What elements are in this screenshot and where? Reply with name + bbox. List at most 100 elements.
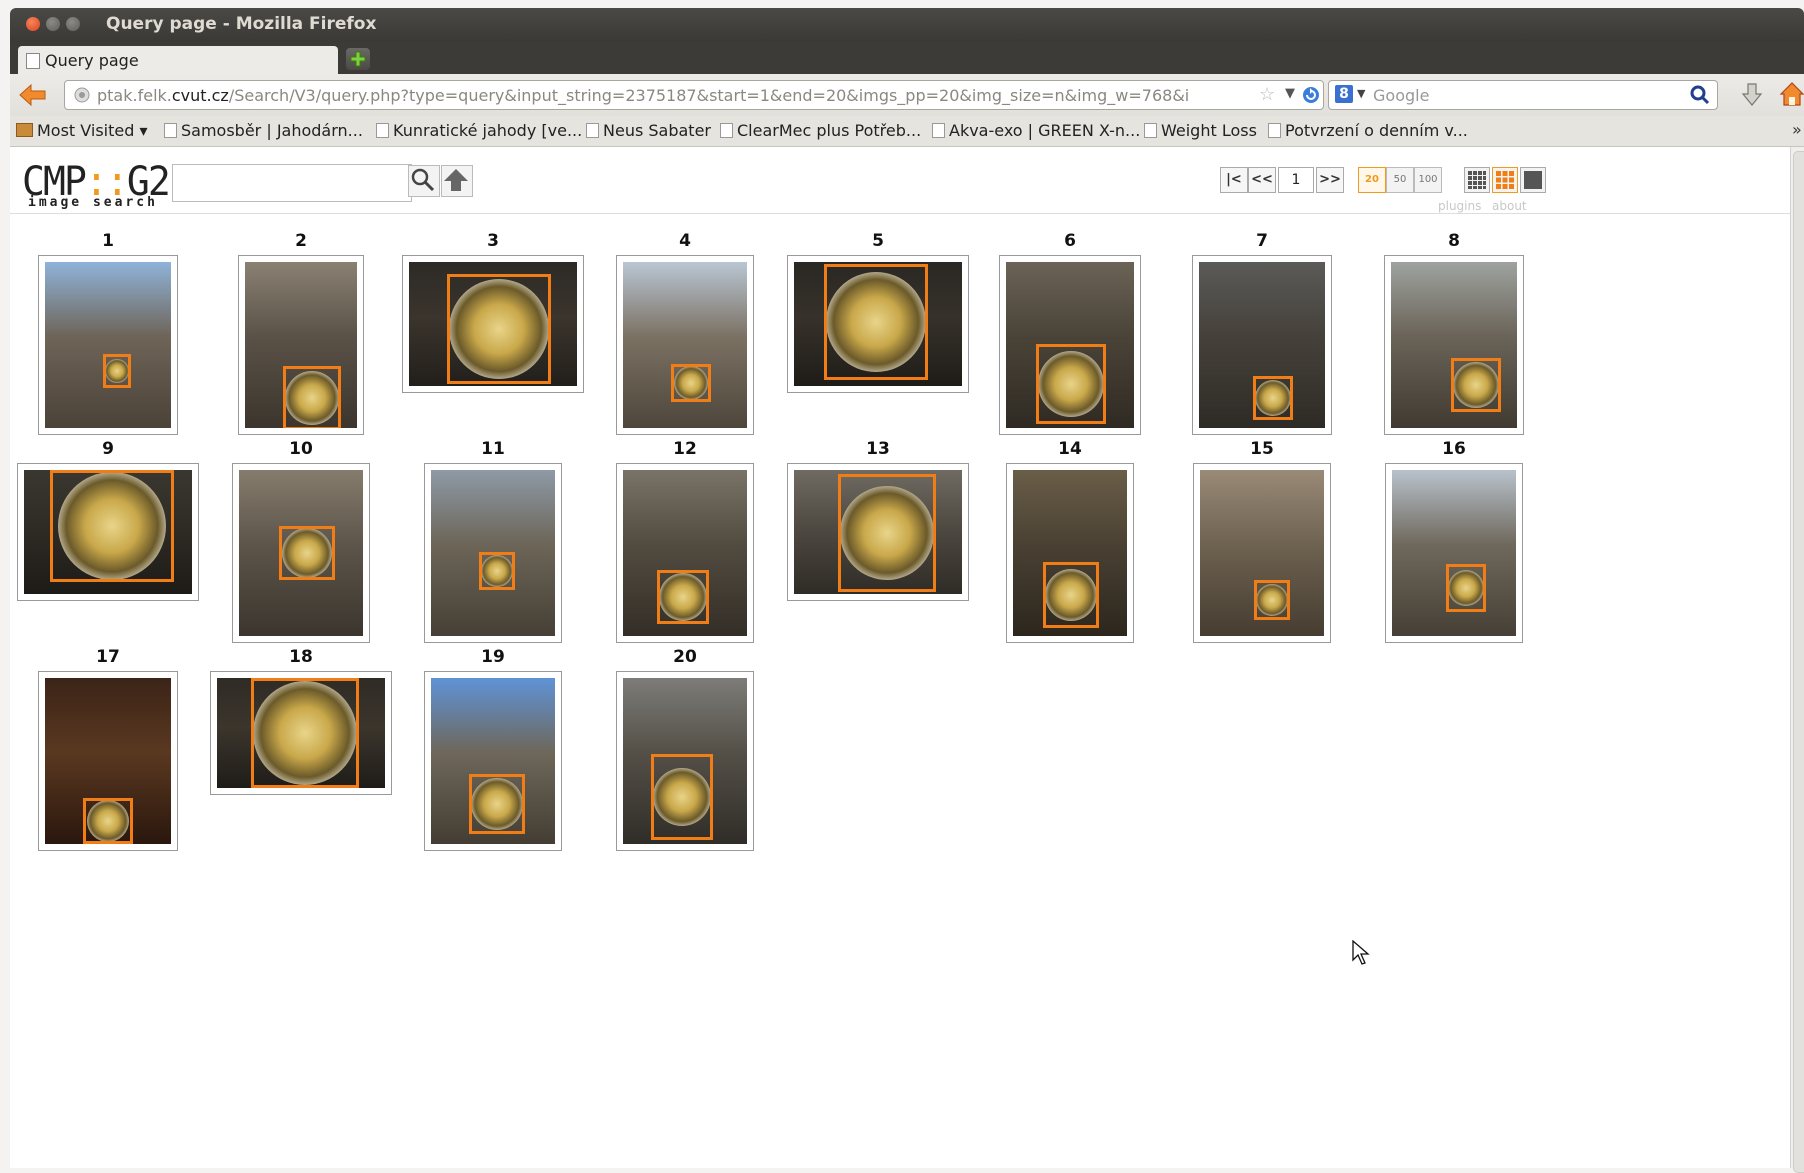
clock-photo-image: [623, 262, 747, 428]
address-bar[interactable]: ptak.felk.cvut.cz/Search/V3/query.php?ty…: [64, 80, 1324, 110]
result-thumbnail[interactable]: [238, 255, 364, 435]
detection-box: [824, 264, 928, 380]
result-rank: 18: [289, 647, 313, 667]
result-thumbnail[interactable]: [1192, 255, 1332, 435]
search-icon[interactable]: [1689, 84, 1711, 110]
result-thumbnail[interactable]: [1193, 463, 1331, 643]
prev-page-button[interactable]: <<: [1248, 167, 1276, 193]
detection-box: [251, 678, 359, 788]
result-thumbnail[interactable]: [616, 671, 754, 851]
about-link[interactable]: about: [1492, 199, 1527, 213]
bookmark-item[interactable]: Akva-exo | GREEN X-n...: [932, 121, 1140, 140]
view-small-grid-button[interactable]: [1464, 167, 1490, 193]
result-thumbnail[interactable]: [38, 255, 178, 435]
upload-button[interactable]: [441, 165, 473, 197]
clock-photo-image: [794, 470, 962, 594]
detection-box: [447, 274, 551, 384]
web-search-placeholder: Google: [1373, 86, 1430, 105]
next-page-button[interactable]: >>: [1316, 167, 1344, 193]
app-logo[interactable]: CMP::G2 image search: [22, 159, 171, 211]
reload-button[interactable]: [1301, 85, 1321, 109]
query-search-button[interactable]: [408, 165, 440, 197]
clock-photo-image: [239, 470, 363, 636]
bookmark-most-visited[interactable]: Most Visited ▾: [16, 121, 148, 140]
result-thumbnail[interactable]: [17, 463, 199, 601]
result-thumbnail[interactable]: [38, 671, 178, 851]
bookmark-star-icon[interactable]: ☆: [1259, 84, 1275, 105]
history-dropdown-icon[interactable]: ▼: [1285, 86, 1295, 101]
bookmarks-overflow-icon[interactable]: »: [1792, 120, 1802, 139]
query-input[interactable]: [172, 164, 412, 202]
address-url[interactable]: ptak.felk.cvut.cz/Search/V3/query.php?ty…: [97, 86, 1257, 105]
result-rank: 12: [673, 439, 697, 459]
vertical-scrollbar[interactable]: [1790, 147, 1804, 1173]
navigation-toolbar: ptak.felk.cvut.cz/Search/V3/query.php?ty…: [10, 74, 1804, 116]
result-rank: 19: [481, 647, 505, 667]
site-identity-icon[interactable]: [73, 86, 91, 108]
page-icon: [932, 123, 945, 138]
plugins-link[interactable]: plugins: [1438, 199, 1481, 213]
per-page-100-button[interactable]: 100: [1414, 167, 1442, 193]
bookmark-item[interactable]: Weight Loss: [1144, 121, 1257, 140]
first-page-button[interactable]: |<: [1220, 167, 1248, 193]
result-thumbnail[interactable]: [424, 463, 562, 643]
result-thumbnail[interactable]: [1384, 255, 1524, 435]
result-thumbnail[interactable]: [402, 255, 584, 393]
home-icon[interactable]: [1778, 80, 1804, 112]
result-thumbnail[interactable]: [787, 463, 969, 601]
window-minimize-button[interactable]: [46, 17, 60, 31]
new-tab-button[interactable]: [346, 48, 370, 70]
per-page-50-button[interactable]: 50: [1386, 167, 1414, 193]
result-thumbnail[interactable]: [616, 463, 754, 643]
bookmark-item[interactable]: Potvrzení o denním v...: [1268, 121, 1468, 140]
view-medium-grid-button[interactable]: [1492, 167, 1518, 193]
result-thumbnail[interactable]: [232, 463, 370, 643]
result-thumbnail[interactable]: [424, 671, 562, 851]
bookmarks-toolbar: Most Visited ▾ Samosběr | Jahodárn... Ku…: [10, 116, 1804, 147]
web-search-bar[interactable]: 8 ▼ Google: [1328, 80, 1718, 110]
back-button[interactable]: [18, 82, 48, 112]
detection-box: [838, 474, 936, 592]
clock-photo-image: [431, 470, 555, 636]
window-maximize-button[interactable]: [66, 17, 80, 31]
result-thumbnail[interactable]: [210, 671, 392, 795]
engine-dropdown-icon[interactable]: ▼: [1357, 87, 1365, 100]
clock-photo-image: [24, 470, 192, 594]
bookmark-item[interactable]: Kunratické jahody [ve...: [376, 121, 582, 140]
result-thumbnail[interactable]: [616, 255, 754, 435]
detection-box: [103, 354, 131, 388]
clock-photo-image: [1006, 262, 1134, 428]
bookmark-item[interactable]: ClearMec plus Potřeb...: [720, 121, 921, 140]
mouse-cursor-icon: [1352, 939, 1370, 970]
result-rank: 7: [1256, 231, 1268, 251]
google-engine-icon[interactable]: 8: [1335, 85, 1353, 103]
window-titlebar: Query page - Mozilla Firefox: [10, 8, 1804, 42]
tab-strip: Query page: [10, 42, 1804, 74]
result-rank: 5: [872, 231, 884, 251]
window-close-button[interactable]: [26, 17, 40, 31]
clock-photo-image: [45, 262, 171, 428]
result-thumbnail[interactable]: [1006, 463, 1134, 643]
result-rank: 17: [96, 647, 120, 667]
bookmark-item[interactable]: Neus Sabater: [586, 121, 711, 140]
scrollbar-thumb[interactable]: [1793, 151, 1804, 1173]
logo-subtitle: image search: [28, 195, 158, 210]
result-thumbnail[interactable]: [999, 255, 1141, 435]
bookmark-item[interactable]: Samosběr | Jahodárn...: [164, 121, 363, 140]
view-large-button[interactable]: [1520, 167, 1546, 193]
download-icon[interactable]: [1740, 82, 1764, 112]
detection-box: [83, 798, 133, 844]
result-thumbnail[interactable]: [787, 255, 969, 393]
search-icon: [411, 168, 435, 192]
page-icon: [1144, 123, 1157, 138]
result-rank: 3: [487, 231, 499, 251]
result-thumbnail[interactable]: [1385, 463, 1523, 643]
tab-query-page[interactable]: Query page: [18, 46, 338, 74]
clock-photo-image: [1200, 470, 1324, 636]
page-number-input[interactable]: 1: [1278, 167, 1314, 193]
grid-medium-icon: [1496, 171, 1514, 189]
folder-icon: [16, 123, 33, 137]
per-page-20-button[interactable]: 20: [1358, 167, 1386, 193]
clock-photo-image: [217, 678, 385, 788]
detection-box: [1446, 564, 1486, 612]
